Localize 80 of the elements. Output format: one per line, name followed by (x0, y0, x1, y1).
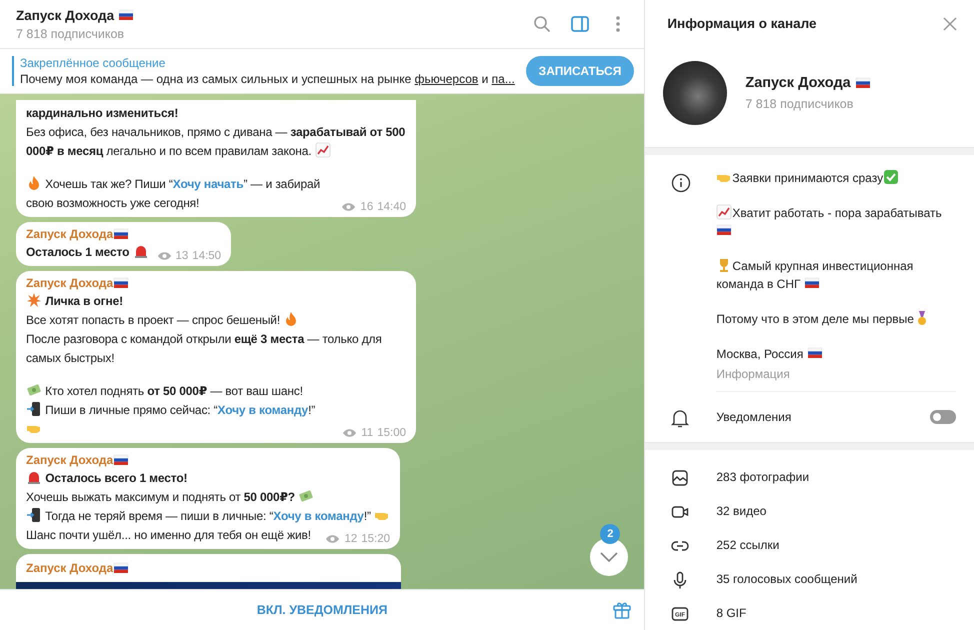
message-text: Личка в огне! (26, 292, 406, 311)
eye-icon (325, 534, 340, 544)
gift-icon (612, 600, 632, 620)
author-name: Zапуск Дохода (26, 560, 391, 576)
description-caption: Информация (716, 367, 791, 381)
burst-icon (26, 292, 42, 308)
author-name: Zапуск Дохода (26, 226, 222, 242)
author-name: Zапуск Дохода (26, 452, 390, 468)
russian-flag-icon (113, 452, 130, 468)
rising-chart-icon (716, 204, 732, 220)
info-icon (671, 173, 692, 193)
search-icon (533, 15, 552, 33)
phone-arrow-icon (26, 507, 42, 523)
author-name: Zапуск Дохода (26, 275, 406, 291)
message-text: Осталось 1 место (26, 243, 148, 262)
link[interactable]: фьючерсов (414, 72, 478, 86)
chevron-down-icon (600, 552, 618, 562)
fire-icon (26, 175, 42, 191)
close-icon (943, 16, 957, 30)
side-panel-icon (571, 16, 590, 32)
russian-flag-icon (113, 226, 130, 242)
more-icon (616, 16, 620, 32)
russian-flag-icon (806, 345, 823, 361)
notifications-label: Уведомления (716, 410, 792, 424)
panel-title: Информация о канале (667, 16, 818, 31)
description-text: Москва, Россия (716, 345, 956, 363)
rising-chart-icon (314, 142, 331, 158)
media-row[interactable]: 252 ссылки (645, 528, 974, 562)
message-text: После разговора с командой открыли ещё 3 места — только для самых быстрых! (26, 331, 383, 367)
pinned-label: Закреплённое сообщение (20, 56, 166, 70)
description-text: Потому что в этом деле мы первые (716, 310, 956, 328)
message-text: кардинально измениться! (26, 105, 180, 122)
russian-flag-icon (113, 560, 130, 576)
subscriber-count: 7 818 подписчиков (16, 27, 126, 41)
channel-name: Zапуск Дохода (745, 75, 871, 91)
message-time: 15:20 (361, 533, 390, 545)
media-row[interactable]: 35 голосовых сообщений (645, 562, 974, 596)
russian-flag-icon (716, 222, 732, 238)
eye-icon (341, 202, 356, 212)
notifications-toggle[interactable] (930, 410, 956, 424)
message-time: 14:50 (192, 250, 222, 262)
message-time: 15:00 (377, 427, 406, 439)
info-panel-button[interactable] (570, 14, 590, 34)
view-count: 12 (344, 533, 358, 545)
description-text: Заявки принимаются сразу (716, 169, 956, 187)
message-text: Пиши в личные прямо сейчас: “Хочу в команду!” (26, 401, 334, 439)
media-row[interactable]: 32 видео (645, 494, 974, 528)
message-text: Все хотят попасть в проект — спрос бешеный! (26, 311, 406, 330)
link[interactable]: па... (492, 72, 515, 86)
view-count: 13 (176, 250, 188, 262)
pinned-message-text[interactable]: Почему моя команда — одна из самых сильных и успешных на рынке фьючерсов и па... (20, 72, 516, 86)
message-text: Кто хотел поднять от 50 000₽ — вот ваш шанс! (26, 382, 406, 401)
message-text: Без офиса, без начальников, прямо с дивана — зарабатывай от 500 000₽ в месяц легально и по всем правилам закона. (26, 124, 406, 160)
message-text: Хочешь выжать максимум и поднять от 50 000₽? (26, 488, 390, 507)
message-time: 14:40 (377, 201, 406, 213)
eye-icon (156, 251, 172, 261)
russian-flag-icon (118, 7, 134, 23)
siren-icon (26, 469, 42, 485)
message-text: Тогда не теряй время — пиши в личные: “Хочу в команду!” (26, 507, 390, 526)
eye-icon (342, 428, 358, 438)
russian-flag-icon (854, 75, 871, 91)
channel-title: Zапуск Дохода (16, 7, 514, 23)
bell-icon (671, 408, 690, 428)
description-text: Самый крупная инвестиционная команда в СНГ (716, 257, 914, 293)
search-button[interactable] (532, 14, 552, 34)
russian-flag-icon (804, 275, 820, 291)
message-text: Осталось всего 1 место! (26, 469, 390, 488)
message-text: Шанс почти ушёл... но именно для тебя он ещё жив! (26, 527, 311, 544)
description-text: Хватит работать - пора зарабатывать (716, 204, 956, 240)
image-icon (671, 469, 690, 487)
subscriber-count: 7 818 подписчиков (745, 97, 854, 111)
view-count: 16 (360, 201, 374, 213)
gift-button[interactable] (612, 600, 632, 620)
phone-arrow-icon (26, 401, 42, 417)
message-text: Хочешь так же? Пиши “Хочу начать” — и забирай свою возможность уже сегодня! (26, 175, 322, 212)
russian-flag-icon (113, 275, 130, 291)
view-count: 11 (361, 427, 374, 439)
check-icon (883, 169, 900, 185)
media-row[interactable]: 283 фотографии (645, 460, 974, 494)
siren-icon (132, 243, 148, 259)
